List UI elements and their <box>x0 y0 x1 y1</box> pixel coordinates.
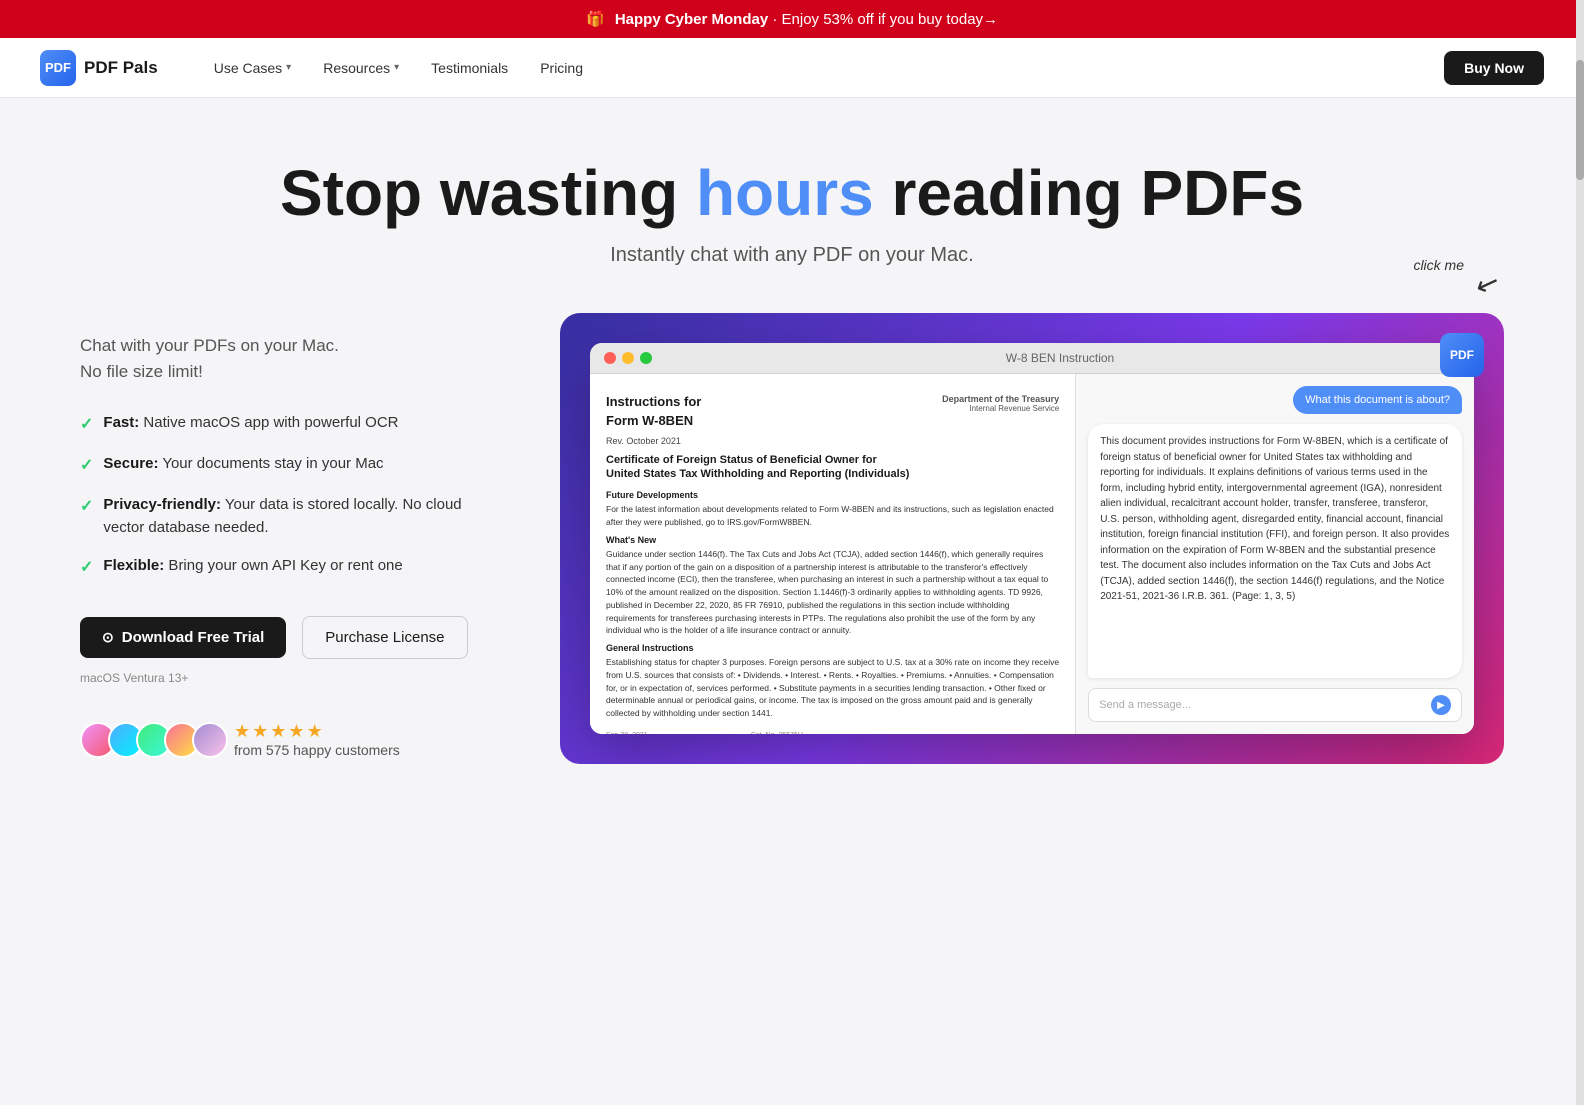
check-icon: ✓ <box>80 454 93 478</box>
pdf-section-future-text: For the latest information about develop… <box>606 503 1059 529</box>
banner-bold-text: Happy Cyber Monday <box>615 11 768 28</box>
pdf-viewer: Instructions for Form W-8BEN Rev. Octobe… <box>590 374 1076 734</box>
social-count: from 575 happy customers <box>234 742 400 758</box>
features-list: ✓ Fast: Native macOS app with powerful O… <box>80 412 500 580</box>
demo-content: Instructions for Form W-8BEN Rev. Octobe… <box>590 374 1474 734</box>
chevron-down-icon: ▾ <box>394 62 399 73</box>
navbar: PDF PDF Pals Use Cases ▾ Resources ▾ Tes… <box>0 38 1584 98</box>
chat-input-row: Send a message... ▶ <box>1088 688 1462 722</box>
nav-links: Use Cases ▾ Resources ▾ Testimonials Pri… <box>198 52 1444 84</box>
star-icon: ★ <box>288 721 304 742</box>
check-icon: ✓ <box>80 413 93 437</box>
tagline: Chat with your PDFs on your Mac. No file… <box>80 333 500 384</box>
bottom-spacer <box>0 844 1584 924</box>
feature-secure: ✓ Secure: Your documents stay in your Ma… <box>80 453 500 478</box>
pdf-section-whats-new: What's New <box>606 535 1059 545</box>
pdf-title2: Form W-8BEN <box>606 413 909 428</box>
scrollbar[interactable] <box>1576 0 1584 1105</box>
feature-flexible-label: Flexible: <box>103 557 164 574</box>
app-icon[interactable]: PDF <box>1440 333 1484 377</box>
chat-user-message: What this document is about? <box>1293 386 1462 414</box>
hero-title-part1: Stop wasting <box>280 157 696 229</box>
hero-title: Stop wasting hours reading PDFs <box>40 158 1544 228</box>
fullscreen-window-button[interactable] <box>640 352 652 364</box>
nav-item-use-cases[interactable]: Use Cases ▾ <box>198 52 308 84</box>
feature-privacy-label: Privacy-friendly: <box>103 496 221 513</box>
hero-section: Stop wasting hours reading PDFs Instantl… <box>0 98 1584 267</box>
check-icon: ✓ <box>80 495 93 519</box>
chat-panel: What this document is about? This docume… <box>1076 374 1474 734</box>
pdf-section-whats-new-text: Guidance under section 1446(f). The Tax … <box>606 548 1059 637</box>
platform-note: macOS Ventura 13+ <box>80 671 500 685</box>
star-icon: ★ <box>234 721 250 742</box>
pdf-subtitle: Certificate of Foreign Status of Benefic… <box>606 454 909 466</box>
demo-window: PDF W-8 BEN Instruction Instr <box>560 313 1504 764</box>
purchase-license-button[interactable]: Purchase License <box>302 616 467 659</box>
traffic-lights <box>604 352 652 364</box>
star-icon: ★ <box>307 721 323 742</box>
chevron-down-icon: ▾ <box>286 62 291 73</box>
banner-regular-text: · Enjoy 53% off if you buy today→ <box>772 11 998 28</box>
star-icon: ★ <box>270 721 286 742</box>
avatar <box>192 722 228 758</box>
feature-fast: ✓ Fast: Native macOS app with powerful O… <box>80 412 500 437</box>
demo-toolbar: W-8 BEN Instruction <box>590 343 1474 374</box>
feature-secure-text: Your documents stay in your Mac <box>158 455 383 472</box>
demo-window-title: W-8 BEN Instruction <box>660 351 1460 365</box>
nav-item-resources[interactable]: Resources ▾ <box>307 52 415 84</box>
nav-item-pricing[interactable]: Pricing <box>524 52 599 84</box>
left-column: Chat with your PDFs on your Mac. No file… <box>80 313 500 758</box>
pdf-footer-date: Sep 28, 2021 Cat. No. 25576H <box>606 732 1059 735</box>
pdf-date: Rev. October 2021 <box>606 436 909 446</box>
tagline-line1: Chat with your PDFs on your Mac. <box>80 336 339 355</box>
pdf-section-future: Future Developments <box>606 490 1059 500</box>
download-trial-label: Download Free Trial <box>122 629 265 646</box>
content-section: Chat with your PDFs on your Mac. No file… <box>0 253 1584 844</box>
feature-fast-text: Native macOS app with powerful OCR <box>139 414 398 431</box>
download-trial-button[interactable]: ⊙ Download Free Trial <box>80 617 286 658</box>
social-proof: ★ ★ ★ ★ ★ from 575 happy customers <box>80 721 500 758</box>
click-me-annotation: click me ↙ <box>0 257 1584 273</box>
star-icon: ★ <box>252 721 268 742</box>
feature-privacy: ✓ Privacy-friendly: Your data is stored … <box>80 494 500 539</box>
feature-fast-label: Fast: <box>103 414 139 431</box>
promo-banner[interactable]: 🎁 Happy Cyber Monday · Enjoy 53% off if … <box>0 0 1584 38</box>
feature-flexible-text: Bring your own API Key or rent one <box>164 557 402 574</box>
pdf-section-general-text: Establishing status for chapter 3 purpos… <box>606 656 1059 720</box>
check-icon: ✓ <box>80 556 93 580</box>
star-rating: ★ ★ ★ ★ ★ <box>234 721 400 742</box>
customer-avatars <box>80 722 220 758</box>
logo-link[interactable]: PDF PDF Pals <box>40 50 158 86</box>
cta-buttons: ⊙ Download Free Trial Purchase License <box>80 616 500 659</box>
hero-title-part2: reading PDFs <box>874 157 1304 229</box>
buy-now-button[interactable]: Buy Now <box>1444 51 1544 85</box>
demo-inner-window: W-8 BEN Instruction Instructions for For… <box>590 343 1474 734</box>
gift-icon: 🎁 <box>586 11 605 28</box>
hero-title-accent: hours <box>696 157 874 229</box>
chat-input[interactable]: Send a message... <box>1099 699 1431 711</box>
feature-flexible: ✓ Flexible: Bring your own API Key or re… <box>80 555 500 580</box>
pdf-subtitle2: United States Tax Withholding and Report… <box>606 468 909 480</box>
pdf-title: Instructions for <box>606 394 909 409</box>
chat-ai-response: This document provides instructions for … <box>1088 424 1462 678</box>
tagline-line2: No file size limit! <box>80 362 203 381</box>
close-window-button[interactable] <box>604 352 616 364</box>
download-icon: ⊙ <box>102 629 114 646</box>
logo-icon: PDF <box>40 50 76 86</box>
send-button[interactable]: ▶ <box>1431 695 1451 715</box>
pdf-section-general: General Instructions <box>606 643 1059 653</box>
pdf-header: Instructions for Form W-8BEN Rev. Octobe… <box>606 394 1059 482</box>
minimize-window-button[interactable] <box>622 352 634 364</box>
click-me-label: click me <box>1413 257 1464 273</box>
scrollbar-thumb[interactable] <box>1576 60 1584 180</box>
nav-item-testimonials[interactable]: Testimonials <box>415 52 524 84</box>
pdf-irs-logo: Department of the Treasury Internal Reve… <box>942 394 1059 413</box>
feature-secure-label: Secure: <box>103 455 158 472</box>
logo-text: PDF Pals <box>84 58 158 78</box>
right-column: PDF W-8 BEN Instruction Instr <box>560 313 1504 764</box>
